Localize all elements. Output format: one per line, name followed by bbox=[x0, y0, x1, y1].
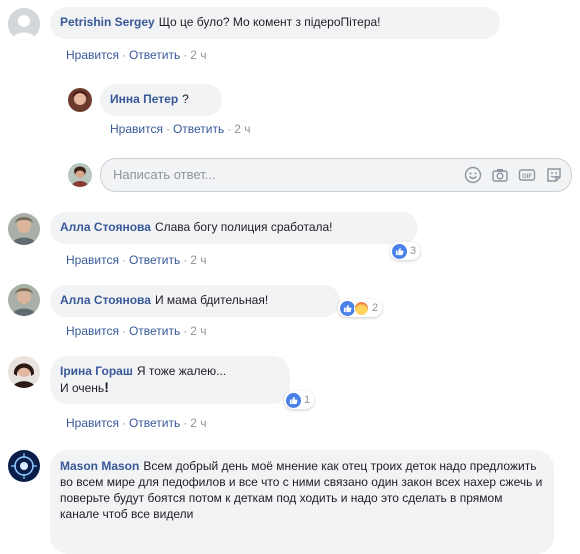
comment-text-continued: И очень bbox=[60, 381, 105, 395]
comment-author[interactable]: Алла Стоянова bbox=[60, 293, 151, 307]
reply-placeholder: Написать ответ... bbox=[113, 167, 216, 182]
reply-input[interactable]: Написать ответ... GIF bbox=[100, 158, 572, 192]
comment-bubble: Алла Стоянова И мама бдительная! bbox=[50, 285, 340, 317]
timestamp[interactable]: 2 ч bbox=[190, 324, 206, 338]
comment-text: Я тоже жалею... bbox=[136, 364, 227, 378]
reply-link[interactable]: Ответить bbox=[129, 253, 180, 267]
comment-text: Слава богу полиция сработала! bbox=[154, 220, 333, 234]
svg-text:GIF: GIF bbox=[522, 174, 532, 180]
current-user-avatar bbox=[68, 163, 92, 187]
comment-bubble: Инна Петер? bbox=[100, 84, 222, 116]
comment-author[interactable]: Инна Петер bbox=[110, 92, 178, 106]
gif-icon[interactable]: GIF bbox=[518, 166, 536, 184]
comment-bubble: Алла Стоянова Слава богу полиция сработал… bbox=[50, 212, 418, 244]
reaction-count[interactable]: 2 bbox=[338, 299, 383, 317]
exclamation: ! bbox=[104, 379, 109, 395]
like-icon bbox=[340, 300, 355, 316]
comment-actions: Нравится · Ответить · 2 ч bbox=[66, 48, 207, 62]
comment-actions: Нравится · Ответить · 2 ч bbox=[66, 324, 207, 338]
timestamp[interactable]: 2 ч bbox=[234, 122, 250, 136]
comment-author[interactable]: Алла Стоянова bbox=[60, 220, 151, 234]
comment-bubble: Ірина Гораш Я тоже жалею... И очень! bbox=[50, 356, 290, 404]
avatar[interactable] bbox=[8, 356, 40, 388]
like-link[interactable]: Нравится bbox=[66, 416, 119, 430]
comment-author[interactable]: Mason Mason bbox=[60, 459, 139, 473]
like-link[interactable]: Нравится bbox=[66, 48, 119, 62]
comment-actions: Нравится · Ответить · 2 ч bbox=[110, 122, 251, 136]
reply-link[interactable]: Ответить bbox=[173, 122, 224, 136]
comment-actions: Нравится · Ответить · 2 ч bbox=[66, 253, 207, 267]
like-link[interactable]: Нравится bbox=[110, 122, 163, 136]
comment-author[interactable]: Ірина Гораш bbox=[60, 364, 133, 378]
reply-link[interactable]: Ответить bbox=[129, 324, 180, 338]
comment-text: ? bbox=[182, 92, 189, 106]
sticker-icon[interactable] bbox=[545, 166, 563, 184]
timestamp[interactable]: 2 ч bbox=[190, 48, 206, 62]
timestamp[interactable]: 2 ч bbox=[190, 253, 206, 267]
comment-bubble: Mason Mason Всем добрый день моё мнение к… bbox=[50, 450, 554, 554]
avatar[interactable] bbox=[8, 284, 40, 316]
avatar[interactable] bbox=[8, 213, 40, 245]
like-icon bbox=[392, 243, 407, 259]
input-icons: GIF bbox=[464, 166, 563, 184]
comment-author[interactable]: Petrishin Sergey bbox=[60, 15, 155, 29]
emoji-icon[interactable] bbox=[464, 166, 482, 184]
reaction-count[interactable]: 3 bbox=[390, 242, 421, 260]
like-link[interactable]: Нравится bbox=[66, 253, 119, 267]
camera-icon[interactable] bbox=[491, 166, 509, 184]
comment-text: Що це було? Мо комент з підероПітера! bbox=[158, 15, 381, 29]
avatar[interactable] bbox=[68, 88, 92, 112]
timestamp[interactable]: 2 ч bbox=[190, 416, 206, 430]
avatar[interactable] bbox=[8, 8, 40, 40]
comment-actions: Нравится · Ответить · 2 ч bbox=[66, 416, 207, 430]
reply-link[interactable]: Ответить bbox=[129, 416, 180, 430]
like-icon bbox=[286, 392, 301, 408]
like-link[interactable]: Нравится bbox=[66, 324, 119, 338]
avatar[interactable] bbox=[8, 450, 40, 482]
angry-icon bbox=[354, 300, 369, 316]
reaction-count[interactable]: 1 bbox=[284, 391, 315, 409]
comment-bubble: Petrishin Sergey Що це було? Мо комент з … bbox=[50, 7, 500, 39]
comment-text: И мама бдительная! bbox=[154, 293, 269, 307]
reply-link[interactable]: Ответить bbox=[129, 48, 180, 62]
